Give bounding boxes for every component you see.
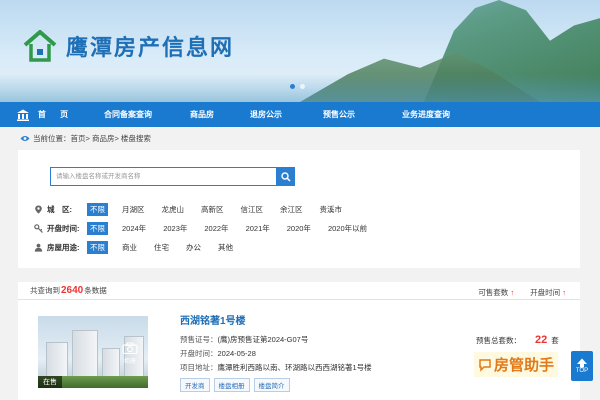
filter-open-time-label: 开盘时间: bbox=[47, 224, 80, 233]
eye-icon bbox=[20, 136, 30, 141]
listing-status-tag: 在售 bbox=[38, 376, 62, 388]
location-icon bbox=[35, 205, 42, 214]
address-label: 项目地址： bbox=[180, 363, 218, 372]
carousel-dot-1[interactable] bbox=[290, 84, 295, 89]
listing-photo[interactable]: 在售 相册 bbox=[38, 316, 148, 388]
district-option[interactable]: 月湖区 bbox=[119, 203, 148, 216]
results-count: 2640 bbox=[61, 285, 84, 296]
district-option[interactable]: 高新区 bbox=[198, 203, 227, 216]
search-icon bbox=[280, 171, 291, 182]
listing-title[interactable]: 西湖铭著1号楼 bbox=[180, 312, 246, 327]
results-panel: 共查询到 2640 条数据 可售套数 ↑ 开盘时间 ↑ 在售 相册 西湖铭著1号楼 … bbox=[18, 282, 580, 400]
presale-total-label: 预售总套数： bbox=[476, 335, 521, 345]
carousel-dot-2[interactable] bbox=[300, 84, 305, 89]
user-icon bbox=[34, 243, 43, 252]
open-time-option[interactable]: 不限 bbox=[87, 222, 108, 235]
listing-address: 项目地址：鹰潭胜利西路以南、环湖路以西西湖铭著1号楼 bbox=[180, 362, 372, 373]
building-icon bbox=[16, 109, 29, 121]
watermark-text: 房管助手 bbox=[494, 357, 555, 374]
address-value: 鹰潭胜利西路以南、环湖路以西西湖铭著1号楼 bbox=[217, 363, 372, 372]
usage-option[interactable]: 住宅 bbox=[151, 241, 172, 254]
district-option[interactable]: 信江区 bbox=[238, 203, 267, 216]
tag-intro[interactable]: 楼盘简介 bbox=[253, 378, 290, 392]
presale-total-unit: 套 bbox=[551, 335, 559, 345]
open-time-option[interactable]: 2024年 bbox=[119, 222, 149, 235]
breadcrumb-path[interactable]: 首页> 商品房> 楼盘搜索 bbox=[71, 133, 151, 144]
results-prefix: 共查询到 bbox=[30, 286, 60, 295]
sort-bar: 可售套数 ↑ 开盘时间 ↑ bbox=[478, 287, 566, 298]
listing-permit: 预售证号：(鹰)房预售证第2024-G07号 bbox=[180, 334, 308, 345]
district-option[interactable]: 龙虎山 bbox=[159, 203, 188, 216]
nav-home[interactable]: 首 页 bbox=[0, 102, 80, 127]
search-panel: 城 区: 不限 月湖区 龙虎山 高新区 信江区 余江区 贵溪市 开盘时间: 不限… bbox=[18, 150, 580, 268]
filter-district: 城 区: 不限 月湖区 龙虎山 高新区 信江区 余江区 贵溪市 bbox=[34, 203, 356, 216]
open-time-option[interactable]: 2023年 bbox=[160, 222, 190, 235]
tag-album[interactable]: 楼盘相册 bbox=[213, 378, 250, 392]
watermark: 房管助手 bbox=[474, 352, 559, 377]
carousel-dots bbox=[290, 84, 305, 89]
album-label: 相册 bbox=[123, 359, 136, 365]
open-date-label: 开盘时间： bbox=[180, 349, 218, 358]
permit-label: 预售证号： bbox=[180, 335, 218, 344]
usage-option[interactable]: 其他 bbox=[215, 241, 236, 254]
house-logo-icon bbox=[23, 30, 57, 62]
tag-developer[interactable]: 开发商 bbox=[180, 378, 210, 392]
open-date-value: 2024-05-28 bbox=[217, 349, 256, 358]
district-option[interactable]: 贵溪市 bbox=[317, 203, 346, 216]
sort-available-label: 可售套数 bbox=[478, 288, 509, 297]
search-input[interactable] bbox=[51, 168, 277, 185]
key-icon bbox=[34, 224, 43, 233]
nav-progress-query[interactable]: 业务进度查询 bbox=[374, 102, 478, 127]
district-option[interactable]: 不限 bbox=[87, 203, 108, 216]
filter-district-label: 城 区: bbox=[47, 205, 72, 214]
sort-available-units[interactable]: 可售套数 ↑ bbox=[478, 287, 514, 298]
site-title: 鹰潭房产信息网 bbox=[66, 35, 235, 60]
nav-commercial-housing[interactable]: 商品房 bbox=[176, 102, 228, 127]
camera-icon bbox=[122, 342, 138, 354]
chat-icon bbox=[479, 358, 491, 372]
main-nav: 首 页 合同备案查询 商品房 退房公示 预售公示 业务进度查询 bbox=[0, 102, 600, 127]
open-time-option[interactable]: 2020年 bbox=[284, 222, 314, 235]
open-time-option[interactable]: 2020年以前 bbox=[325, 222, 370, 235]
district-option[interactable]: 余江区 bbox=[277, 203, 306, 216]
album-button[interactable]: 相册 bbox=[122, 342, 138, 365]
usage-option[interactable]: 商业 bbox=[119, 241, 140, 254]
search-box bbox=[50, 167, 295, 186]
filter-usage: 房屋用途: 不限 商业 住宅 办公 其他 bbox=[34, 241, 247, 254]
listing-open-date: 开盘时间：2024-05-28 bbox=[180, 348, 256, 359]
usage-option[interactable]: 办公 bbox=[183, 241, 204, 254]
filter-open-time: 开盘时间: 不限 2024年 2023年 2022年 2021年 2020年 2… bbox=[34, 222, 381, 235]
sort-arrow-icon: ↑ bbox=[510, 288, 515, 297]
sort-arrow-icon: ↑ bbox=[562, 288, 566, 297]
presale-total: 预售总套数： 22 套 bbox=[476, 334, 559, 346]
results-suffix: 条数据 bbox=[84, 286, 107, 295]
presale-total-value: 22 bbox=[535, 334, 548, 346]
nav-contract-query[interactable]: 合同备案查询 bbox=[80, 102, 176, 127]
search-button[interactable] bbox=[276, 167, 295, 186]
listing-tags: 开发商 楼盘相册 楼盘简介 bbox=[180, 378, 290, 392]
arrow-up-icon bbox=[577, 358, 587, 368]
nav-presale-notice[interactable]: 预售公示 bbox=[304, 102, 374, 127]
permit-value: (鹰)房预售证第2024-G07号 bbox=[217, 335, 309, 344]
open-time-option[interactable]: 2022年 bbox=[201, 222, 231, 235]
breadcrumb: 当前位置： 首页> 商品房> 楼盘搜索 bbox=[20, 133, 151, 144]
usage-option[interactable]: 不限 bbox=[87, 241, 108, 254]
breadcrumb-prefix: 当前位置： bbox=[33, 134, 71, 143]
filter-usage-label: 房屋用途: bbox=[47, 243, 80, 252]
sort-open-time[interactable]: 开盘时间 ↑ bbox=[530, 287, 566, 298]
banner: 鹰潭房产信息网 bbox=[0, 0, 600, 102]
back-to-top-button[interactable]: TOP bbox=[571, 351, 593, 381]
sort-open-label: 开盘时间 bbox=[530, 288, 561, 297]
nav-refund-notice[interactable]: 退房公示 bbox=[228, 102, 304, 127]
open-time-option[interactable]: 2021年 bbox=[243, 222, 273, 235]
nav-home-label: 首 页 bbox=[37, 110, 75, 119]
top-label: TOP bbox=[575, 368, 589, 374]
site-logo[interactable]: 鹰潭房产信息网 bbox=[22, 28, 234, 64]
